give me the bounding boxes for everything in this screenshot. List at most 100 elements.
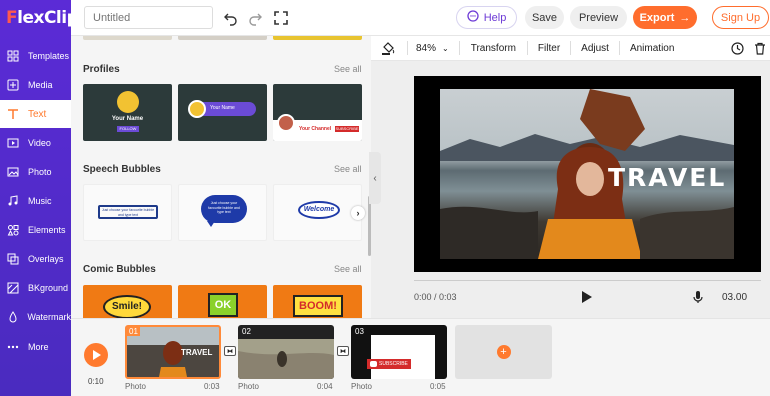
app-logo[interactable]: FlexClip	[6, 8, 79, 28]
see-all-profiles-link[interactable]: See all	[334, 64, 362, 74]
undo-icon[interactable]	[223, 10, 239, 26]
timeline-clip-1[interactable]: 01 TRAVEL	[125, 325, 221, 379]
sidebar-item-label: Overlays	[28, 254, 64, 264]
profile-name: Your Name	[111, 116, 144, 122]
clip-duration-label: 0:03	[204, 382, 220, 391]
trash-icon[interactable]	[754, 42, 766, 55]
fill-color-icon[interactable]	[381, 41, 397, 55]
sidebar-item-templates[interactable]: Templates	[0, 42, 71, 70]
sidebar-item-elements[interactable]: Elements	[0, 216, 71, 244]
sidebar-item-media[interactable]: Media	[0, 71, 71, 99]
more-icon	[6, 340, 20, 354]
comic-bubble-template-1[interactable]: Smile!	[83, 285, 172, 318]
avatar	[117, 91, 139, 113]
speech-bubble-template-1[interactable]: Just choose your favourite bubble and ty…	[83, 184, 172, 241]
clip-duration-label: 0:05	[430, 382, 446, 391]
profile-template-2[interactable]: Your Name	[178, 84, 267, 141]
comic-text: OK	[208, 293, 238, 317]
sidebar-item-label: Photo	[28, 167, 52, 177]
canvas-text-overlay[interactable]: TRAVEL	[608, 163, 726, 192]
duration-value[interactable]: 03.00	[722, 292, 747, 303]
redo-icon[interactable]	[247, 10, 263, 26]
comic-bubble-template-3[interactable]: BOOM!	[273, 285, 362, 318]
animation-button[interactable]: Animation	[630, 43, 674, 54]
text-library-panel: Profiles See all Your Name FOLLOW Your N…	[71, 36, 371, 318]
clip-duration-label: 0:04	[317, 382, 333, 391]
play-icon[interactable]	[582, 291, 592, 303]
microphone-icon[interactable]	[693, 290, 703, 307]
comic-text: Smile!	[103, 295, 151, 318]
watermark-icon	[6, 310, 19, 324]
canvas-frame[interactable]: TRAVEL	[414, 76, 761, 272]
photo-icon	[6, 165, 20, 179]
profile-template-3[interactable]: Your Channel SUBSCRIBE	[273, 84, 362, 141]
collapse-panel-button[interactable]: ‹	[369, 152, 381, 204]
bubble-text: Just choose your favourite bubble and ty…	[201, 195, 247, 223]
transition-icon[interactable]: ⧓	[337, 346, 349, 356]
speech-bubble-template-2[interactable]: Just choose your favourite bubble and ty…	[178, 184, 267, 241]
clock-icon[interactable]	[731, 41, 744, 55]
profile-template-1[interactable]: Your Name FOLLOW	[83, 84, 172, 141]
project-title-input[interactable]	[84, 6, 213, 29]
total-time: 0:03	[439, 292, 457, 302]
adjust-button[interactable]: Adjust	[581, 43, 609, 54]
zoom-select[interactable]: 84% ⌄	[416, 43, 449, 54]
arrow-right-icon: →	[679, 11, 691, 24]
edit-toolbar: 84% ⌄ Transform Filter Adjust Animation	[371, 36, 770, 61]
sidebar-item-video[interactable]: Video	[0, 129, 71, 157]
transform-button[interactable]: Transform	[471, 43, 516, 54]
chevron-right-icon[interactable]: ›	[351, 206, 365, 220]
timeline-play-button[interactable]	[84, 343, 108, 367]
template-thumb[interactable]	[273, 36, 362, 40]
help-label: Help	[483, 11, 507, 24]
section-title-comic-bubbles: Comic Bubbles	[83, 264, 156, 275]
sidebar-item-label: Text	[28, 108, 47, 120]
clip-number: 02	[242, 327, 251, 336]
media-icon	[6, 78, 20, 92]
sidebar-item-label: Music	[28, 196, 52, 206]
template-thumb[interactable]	[178, 36, 267, 40]
current-time: 0:00	[414, 292, 432, 302]
save-button[interactable]: Save	[525, 6, 564, 29]
export-button[interactable]: Export →	[633, 6, 697, 29]
playback-time: 0:00 / 0:03	[414, 292, 457, 302]
templates-icon	[6, 49, 20, 63]
profile-name: Your Name	[210, 105, 235, 111]
playback-progress-bar[interactable]	[414, 280, 761, 281]
transition-icon[interactable]: ⧓	[224, 346, 236, 356]
comic-bubble-template-2[interactable]: OK	[178, 285, 267, 318]
sidebar-item-text[interactable]: Text	[0, 100, 71, 128]
template-thumb[interactable]	[83, 36, 172, 40]
sidebar-item-watermark[interactable]: Watermark	[0, 303, 71, 331]
sidebar-item-bkground[interactable]: BKground	[0, 274, 71, 302]
video-icon	[6, 136, 20, 150]
sidebar-item-more[interactable]: More	[0, 333, 71, 361]
sidebar: FlexClip Templates Media Text Video Phot…	[0, 0, 79, 396]
add-clip-button[interactable]: +	[455, 325, 552, 379]
avatar	[188, 100, 206, 118]
sidebar-item-overlays[interactable]: Overlays	[0, 245, 71, 273]
chevron-down-icon: ⌄	[442, 43, 449, 53]
see-all-comic-link[interactable]: See all	[334, 264, 362, 274]
sidebar-item-label: Video	[28, 138, 51, 148]
canvas-photo[interactable]: TRAVEL	[440, 89, 734, 259]
preview-button[interactable]: Preview	[570, 6, 627, 29]
subscribe-badge: SUBSCRIBE	[335, 126, 359, 132]
filter-button[interactable]: Filter	[538, 43, 560, 54]
sidebar-item-photo[interactable]: Photo	[0, 158, 71, 186]
help-button[interactable]: Help	[456, 6, 517, 29]
sidebar-item-label: Templates	[28, 51, 70, 61]
timeline-clip-2[interactable]: 02	[238, 325, 334, 379]
fullscreen-icon[interactable]	[273, 10, 289, 26]
clip-number: 01	[127, 327, 140, 336]
background-icon	[6, 281, 20, 295]
see-all-speech-link[interactable]: See all	[334, 164, 362, 174]
timeline-clip-3[interactable]: SUBSCRIBE 03	[351, 325, 447, 379]
sidebar-item-label: BKground	[28, 283, 69, 293]
speech-bubble-template-3[interactable]: Welcome	[273, 184, 362, 241]
text-icon	[6, 107, 20, 121]
sign-up-button[interactable]: Sign Up	[712, 6, 769, 29]
sidebar-item-label: Elements	[28, 225, 66, 235]
sidebar-item-music[interactable]: Music	[0, 187, 71, 215]
top-bar: Help Save Preview Export → Sign Up	[71, 0, 770, 36]
